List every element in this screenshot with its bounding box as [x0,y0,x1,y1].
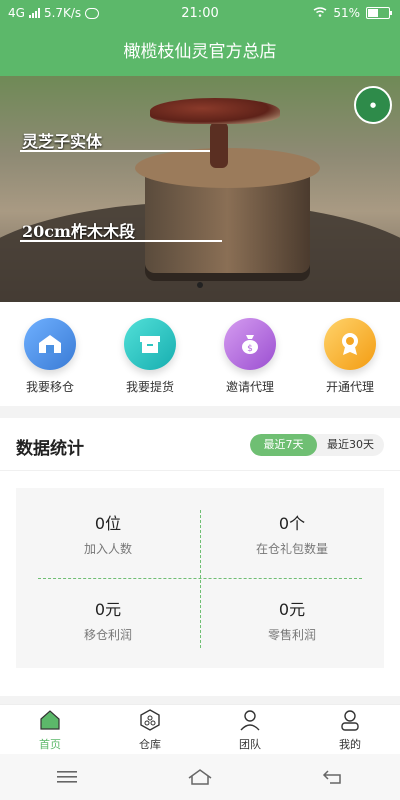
stat-label: 移仓利润 [83,628,132,642]
stat-joined-count: 0位 加入人数 [16,510,200,557]
box-icon [124,318,176,370]
svg-text:$: $ [247,344,253,354]
page-title: 橄榄枝仙灵官方总店 [0,28,400,76]
stat-label: 在仓礼包数量 [255,542,328,556]
home-outline-icon [188,769,212,785]
tab-profile-label: 我的 [339,738,361,751]
move-warehouse-label: 我要移仓 [25,380,74,394]
banner-caption-2-underline [20,240,222,242]
banner-mushroom-stem [210,122,228,168]
invite-agent-button[interactable]: $ 邀请代理 [205,318,295,395]
tab-team-label: 团队 [239,738,261,751]
battery-percent: 51% [333,6,360,20]
brand-seal-icon: ● [354,86,392,124]
stat-value: 0元 [94,600,122,619]
range-toggle: 最近7天 最近30天 [250,434,384,456]
bottom-tab-bar: 首页 仓库 团队 我的 [0,704,400,755]
banner-caption-1-underline [20,150,210,152]
tab-warehouse-label: 仓库 [139,738,161,751]
tab-home[interactable]: 首页 [0,705,100,755]
carousel-indicator-dot[interactable] [197,282,203,288]
stat-label: 零售利润 [267,628,316,642]
status-bar: 4G 5.7K/s 21:00 51% [0,0,400,28]
home-icon [40,710,60,730]
tab-warehouse[interactable]: 仓库 [100,705,200,755]
range-30-days-tab[interactable]: 最近30天 [317,434,384,456]
range-7-days-tab[interactable]: 最近7天 [250,434,317,456]
user-icon [341,710,359,731]
money-bag-icon: $ [224,318,276,370]
home-nav-button[interactable] [170,757,230,797]
banner-carousel[interactable]: ● 灵芝子实体 20cm柞木木段 [0,76,400,302]
stat-retail-profit: 0元 零售利润 [200,596,384,643]
open-agent-label: 开通代理 [325,380,374,394]
menu-nav-button[interactable] [37,757,97,797]
medal-icon [324,318,376,370]
divider [0,470,400,471]
pickup-goods-button[interactable]: 我要提货 [105,318,195,395]
open-agent-button[interactable]: 开通代理 [305,318,395,395]
grid-horizontal-divider [38,578,362,579]
stat-value: 0个 [278,514,306,533]
back-nav-button[interactable] [303,757,363,797]
tab-profile[interactable]: 我的 [300,705,400,755]
team-icon [240,710,260,731]
menu-icon [56,771,77,783]
wifi-icon [313,6,327,20]
system-nav-bar [0,754,400,800]
banner-caption-2: 20cm柞木木段 [22,222,135,241]
stats-card: 数据统计 最近7天 最近30天 0位 加入人数 0个 在仓礼包数量 0元 移仓利… [0,418,400,696]
banner-caption-1: 灵芝子实体 [22,132,103,151]
move-warehouse-button[interactable]: 我要移仓 [5,318,95,395]
battery-icon [366,7,392,19]
stat-move-profit: 0元 移仓利润 [16,596,200,643]
invite-agent-label: 邀请代理 [225,380,274,394]
stats-grid: 0位 加入人数 0个 在仓礼包数量 0元 移仓利润 0元 零售利润 [16,488,384,668]
back-icon [323,770,342,784]
warehouse-icon [24,318,76,370]
stats-title: 数据统计 [16,439,84,459]
tab-team[interactable]: 团队 [200,705,300,755]
stat-value: 0元 [278,600,306,619]
banner-mushroom-cap [150,98,280,124]
warehouse-hex-icon [140,709,160,731]
stat-label: 加入人数 [83,542,132,556]
stat-value: 0位 [94,514,122,533]
banner-log-image [135,148,320,273]
quick-actions: 我要移仓 我要提货 $ 邀请代理 开通代理 [0,302,400,406]
tab-home-label: 首页 [39,738,61,751]
stat-gift-pack-count: 0个 在仓礼包数量 [200,510,384,557]
pickup-goods-label: 我要提货 [125,380,174,394]
status-right: 51% [313,6,392,20]
